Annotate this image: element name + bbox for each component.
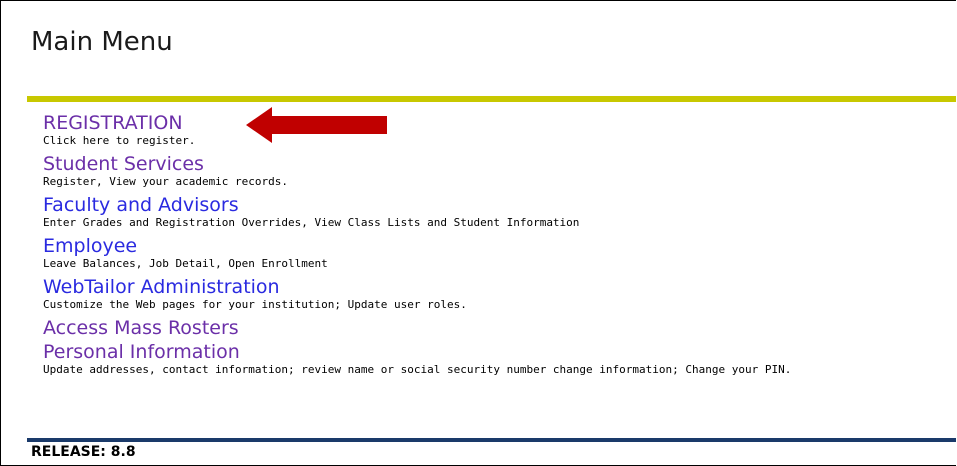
menu-item-faculty-advisors: Faculty and Advisors Enter Grades and Re… — [43, 194, 956, 229]
menu-item-webtailor: WebTailor Administration Customize the W… — [43, 276, 956, 311]
access-mass-rosters-link[interactable]: Access Mass Rosters — [43, 317, 239, 339]
menu-item-registration: REGISTRATION Click here to register. — [43, 112, 956, 147]
main-menu-list: REGISTRATION Click here to register. Stu… — [43, 112, 956, 382]
employee-description: Leave Balances, Job Detail, Open Enrollm… — [43, 257, 328, 270]
page-title: Main Menu — [31, 27, 173, 57]
personal-information-link[interactable]: Personal Information — [43, 341, 240, 363]
release-label: RELEASE: 8.8 — [31, 444, 136, 460]
faculty-advisors-description: Enter Grades and Registration Overrides,… — [43, 216, 580, 229]
menu-item-mass-rosters: Access Mass Rosters — [43, 317, 956, 341]
left-arrow-icon — [246, 107, 387, 143]
registration-link[interactable]: REGISTRATION — [43, 112, 183, 134]
webtailor-administration-link[interactable]: WebTailor Administration — [43, 276, 280, 298]
personal-information-description: Update addresses, contact information; r… — [43, 363, 792, 376]
left-arrow-shape — [246, 107, 387, 143]
page-frame: Main Menu REGISTRATION Click here to reg… — [0, 0, 956, 466]
footer-divider — [27, 438, 956, 442]
menu-item-employee: Employee Leave Balances, Job Detail, Ope… — [43, 235, 956, 270]
webtailor-description: Customize the Web pages for your institu… — [43, 298, 467, 311]
student-services-link[interactable]: Student Services — [43, 153, 204, 175]
faculty-advisors-link[interactable]: Faculty and Advisors — [43, 194, 239, 216]
registration-description: Click here to register. — [43, 134, 196, 147]
title-divider — [27, 96, 956, 102]
student-services-description: Register, View your academic records. — [43, 175, 289, 188]
menu-item-personal-information: Personal Information Update addresses, c… — [43, 341, 956, 376]
employee-link[interactable]: Employee — [43, 235, 137, 257]
menu-item-student-services: Student Services Register, View your aca… — [43, 153, 956, 188]
